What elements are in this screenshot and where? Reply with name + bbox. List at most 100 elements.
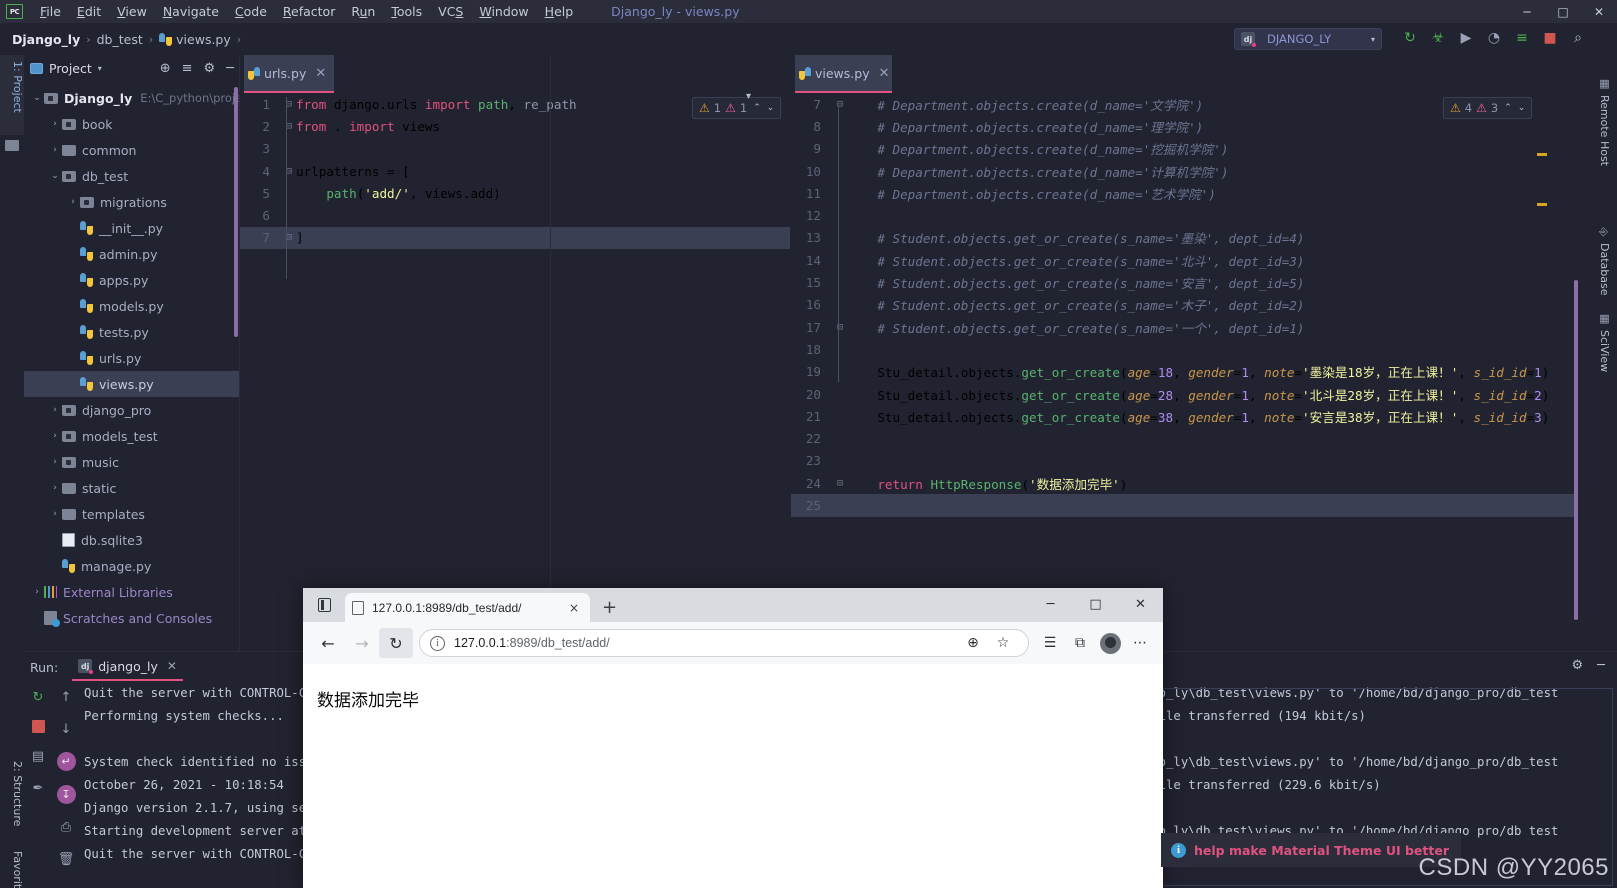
close-icon[interactable]: ✕ <box>879 66 890 81</box>
settings-gear-icon[interactable]: ⚙ <box>1572 658 1584 673</box>
chevron-up-icon[interactable]: ⌃ <box>1504 103 1512 113</box>
tree-node--init-py[interactable]: ›__init__.py <box>24 215 240 241</box>
pin-icon[interactable]: ✒ <box>29 779 47 797</box>
menu-help[interactable]: Help <box>537 4 582 19</box>
tree-node-music[interactable]: › music <box>24 449 240 475</box>
fold-gutter-icon[interactable]: ⊟ <box>833 478 847 489</box>
code-line[interactable]: 6 <box>240 204 790 226</box>
code-line[interactable]: 7 ⊟] <box>240 226 790 250</box>
tree-node-models-test[interactable]: › models_test <box>24 423 240 449</box>
menu-run[interactable]: Run <box>343 4 383 19</box>
inspection-widget-right[interactable]: ⚠ 4 ⚠ 3 ⌃ ⌄ <box>1443 97 1533 119</box>
code-line[interactable]: 11 # Department.objects.create(d_name='艺… <box>791 182 1577 204</box>
chevron-right-icon[interactable]: › <box>48 119 62 129</box>
browser-tab[interactable]: 127.0.0.1:8989/db_test/add/ × <box>345 593 590 622</box>
sidebar-item-favorites[interactable]: Favorites <box>0 845 24 888</box>
tree-node-apps-py[interactable]: ›apps.py <box>24 267 240 293</box>
menu-vcs[interactable]: VCS <box>430 4 471 19</box>
tree-node-scratches-and-consoles[interactable]: ›Scratches and Consoles <box>24 605 240 631</box>
chevron-down-icon[interactable]: ⌄ <box>30 93 44 103</box>
back-button[interactable]: ← <box>311 628 345 658</box>
tree-node-book[interactable]: › book <box>24 111 240 137</box>
fold-gutter-icon[interactable]: ⊟ <box>282 99 296 110</box>
menu-view[interactable]: View <box>109 4 155 19</box>
chevron-right-icon[interactable]: › <box>48 509 62 519</box>
stop-icon[interactable]: ■ <box>1541 28 1559 48</box>
address-bar[interactable]: i 127.0.0.1:8989/db_test/add/ ⊕ ☆ <box>419 629 1029 657</box>
chevron-down-icon[interactable]: ⌄ <box>767 103 775 113</box>
tree-node-django-ly[interactable]: ⌄ Django_ly E:\C_python\project\ <box>24 85 257 111</box>
code-line[interactable]: 21 Stu_detail.objects.get_or_create(age=… <box>791 405 1577 427</box>
sidebar-item-database[interactable]: ⎆ Database <box>1593 223 1616 300</box>
rerun-icon[interactable]: ↻ <box>29 688 47 706</box>
tab-list-icon[interactable] <box>303 588 345 622</box>
tree-node-manage-py[interactable]: ›manage.py <box>24 553 240 579</box>
menu-file[interactable]: File <box>32 4 69 19</box>
code-line[interactable]: 15 # Student.objects.get_or_create(s_nam… <box>791 271 1577 293</box>
code-line[interactable]: 25 <box>791 494 1577 517</box>
code-editor-views[interactable]: 7 ⊟ # Department.objects.create(d_name='文… <box>791 93 1577 517</box>
chevron-right-icon[interactable]: › <box>48 457 62 467</box>
code-line[interactable]: 24 ⊟ return HttpResponse('数据添加完毕') <box>791 472 1577 494</box>
tree-node-db-test[interactable]: ⌄ db_test <box>24 163 240 189</box>
chevron-down-icon[interactable]: ⌄ <box>48 171 62 181</box>
scroll-down-icon[interactable]: ↓ <box>57 720 75 738</box>
chevron-down-icon[interactable]: ▾ <box>98 64 102 73</box>
minimize-button[interactable]: ─ <box>1509 0 1545 23</box>
sidebar-item-remote-host[interactable]: ▦ Remote Host <box>1593 73 1616 170</box>
maximize-button[interactable]: □ <box>1545 0 1581 23</box>
menu-navigate[interactable]: Navigate <box>155 4 227 19</box>
editor-scrollbar[interactable] <box>1574 280 1578 620</box>
code-line[interactable]: 4 ⊟ urlpatterns = [ <box>240 160 790 182</box>
tree-node-urls-py[interactable]: ›urls.py <box>24 345 240 371</box>
code-line[interactable]: 10 # Department.objects.create(d_name='计… <box>791 160 1577 182</box>
close-icon[interactable]: ✕ <box>315 66 326 81</box>
chevron-right-icon[interactable]: › <box>48 483 62 493</box>
hide-panel-icon[interactable]: ─ <box>1597 658 1605 673</box>
fold-gutter-icon[interactable]: ⊟ <box>833 322 847 333</box>
new-tab-button[interactable]: + <box>602 597 617 618</box>
code-line[interactable]: 3 <box>240 138 790 160</box>
run-coverage-icon[interactable]: ▶ <box>1457 28 1475 48</box>
menu-tools[interactable]: Tools <box>383 4 430 19</box>
tree-node-common[interactable]: › common <box>24 137 240 163</box>
layout-icon[interactable]: ▤ <box>29 747 47 765</box>
code-line[interactable]: 12 <box>791 204 1577 226</box>
profile-icon[interactable]: ◔ <box>1485 28 1503 48</box>
fold-gutter-icon[interactable]: ⊟ <box>282 166 296 177</box>
profile-avatar[interactable] <box>1095 628 1125 658</box>
tree-node-templates[interactable]: › templates <box>24 501 240 527</box>
sidebar-item-project[interactable]: 1: Project <box>0 55 24 135</box>
chevron-right-icon[interactable]: › <box>30 587 44 597</box>
settings-gear-icon[interactable]: ⚙ <box>204 61 216 76</box>
favorite-star-icon[interactable]: ☆ <box>988 628 1018 658</box>
reload-button[interactable]: ↻ <box>379 628 413 658</box>
search-everywhere-icon[interactable]: ⌕ <box>1569 28 1587 48</box>
hide-panel-icon[interactable]: ─ <box>226 61 234 76</box>
code-line[interactable]: 17 ⊟ # Student.objects.get_or_create(s_na… <box>791 316 1577 338</box>
run-tab-django_ly[interactable]: dj django_ly ✕ <box>72 653 183 681</box>
scroll-to-end-icon[interactable]: ↧ <box>56 785 76 804</box>
code-line[interactable]: 9 # Department.objects.create(d_name='挖掘… <box>791 138 1577 160</box>
fold-gutter-icon[interactable]: ⊟ <box>282 232 296 243</box>
code-line[interactable]: 20 Stu_detail.objects.get_or_create(age=… <box>791 383 1577 405</box>
menu-edit[interactable]: Edit <box>69 4 109 19</box>
sidebar-item-sciview[interactable]: ▦ SciView <box>1593 308 1616 376</box>
print-icon[interactable]: ⎙ <box>57 818 75 836</box>
browser-maximize-button[interactable]: □ <box>1073 589 1118 619</box>
scroll-up-icon[interactable]: ↑ <box>57 688 75 706</box>
tree-node-db-sqlite3[interactable]: ›db.sqlite3 <box>24 527 240 553</box>
more-options-icon[interactable]: ⋯ <box>1125 628 1155 658</box>
code-line[interactable]: 13 # Student.objects.get_or_create(s_nam… <box>791 227 1577 249</box>
tree-node-models-py[interactable]: ›models.py <box>24 293 240 319</box>
run-configuration-selector[interactable]: dj DJANGO_LY ▾ <box>1234 28 1382 50</box>
tree-node-static[interactable]: › static <box>24 475 240 501</box>
browser-minimize-button[interactable]: ─ <box>1028 589 1073 619</box>
run-with-console-icon[interactable]: ≡ <box>1513 28 1531 48</box>
tree-node-django-pro[interactable]: › django_pro <box>24 397 240 423</box>
inspection-widget-left[interactable]: ⚠ 1 ⚠ 1 ⌃ ⌄ <box>692 97 782 119</box>
breadcrumb-item-project[interactable]: Django_ly <box>12 32 80 47</box>
menu-code[interactable]: Code <box>227 4 275 19</box>
collapse-all-icon[interactable]: ≡ <box>182 61 193 76</box>
project-scrollbar[interactable] <box>234 87 238 337</box>
